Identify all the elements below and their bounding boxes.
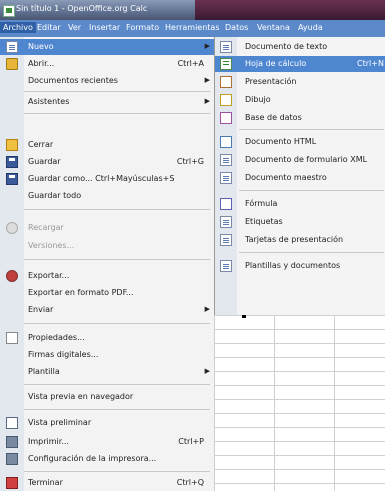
- submenu-item-documento-maestro[interactable]: Documento maestro: [215, 170, 385, 186]
- menu-herramientas[interactable]: Herramientas: [165, 23, 220, 32]
- business-cards-icon: [220, 234, 232, 246]
- xml-form-icon: [220, 154, 232, 166]
- menu-item-guardar-todo[interactable]: Guardar todo: [0, 188, 214, 204]
- menu-separator: [24, 91, 210, 92]
- file-menu: Nuevo ▶ Abrir... Ctrl+A Documentos recie…: [0, 37, 215, 491]
- open-folder-icon: [6, 58, 18, 70]
- menu-item-guardar-como[interactable]: Guardar como... Ctrl+Mayúsculas+S: [0, 171, 214, 187]
- menu-item-recargar: Recargar: [0, 220, 214, 236]
- menu-item-imprimir[interactable]: Imprimir... Ctrl+P: [0, 434, 214, 450]
- text-document-icon: [220, 41, 232, 53]
- submenu-item-hoja-calculo[interactable]: Hoja de cálculo Ctrl+N: [215, 56, 385, 72]
- menu-separator: [24, 259, 210, 260]
- submenu-item-formula[interactable]: Fórmula: [215, 196, 385, 212]
- submenu-separator: [239, 129, 384, 130]
- save-as-icon: [6, 173, 18, 185]
- desktop-background: [195, 0, 385, 20]
- submenu-item-formulario-xml[interactable]: Documento de formulario XML: [215, 152, 385, 168]
- submenu-arrow-icon: ▶: [204, 367, 210, 375]
- export-icon: [6, 270, 18, 282]
- print-preview-icon: [6, 417, 18, 429]
- menu-datos[interactable]: Datos: [225, 23, 248, 32]
- save-icon: [6, 156, 18, 168]
- menu-item-enviar[interactable]: Enviar ▶: [0, 302, 214, 318]
- menu-item-nuevo[interactable]: Nuevo ▶: [0, 39, 214, 55]
- menu-ayuda[interactable]: Ayuda: [298, 23, 323, 32]
- menu-insertar[interactable]: Insertar: [89, 23, 120, 32]
- submenu-arrow-icon: ▶: [204, 42, 210, 50]
- new-document-icon: [6, 41, 18, 53]
- database-icon: [220, 112, 232, 124]
- submenu-item-documento-html[interactable]: Documento HTML: [215, 134, 385, 150]
- menu-item-guardar[interactable]: Guardar Ctrl+G: [0, 154, 214, 170]
- properties-icon: [6, 332, 18, 344]
- formula-icon: [220, 198, 232, 210]
- submenu-separator: [239, 190, 384, 191]
- submenu-item-presentacion[interactable]: Presentación: [215, 74, 385, 90]
- menu-bar: Archivo Editar Ver Insertar Formato Herr…: [0, 20, 385, 37]
- menu-item-versiones: Versiones...: [28, 241, 75, 250]
- print-icon: [6, 436, 18, 448]
- reload-icon: [6, 222, 18, 234]
- exit-icon: [6, 477, 18, 489]
- menu-item-configuracion-impresora[interactable]: Configuración de la impresora...: [0, 451, 214, 467]
- menu-separator: [24, 113, 210, 114]
- presentation-icon: [220, 76, 232, 88]
- submenu-item-dibujo[interactable]: Dibujo: [215, 92, 385, 108]
- menu-item-asistentes[interactable]: Asistentes ▶: [0, 94, 214, 110]
- menu-ventana[interactable]: Ventana: [257, 23, 290, 32]
- submenu-item-plantillas[interactable]: Plantillas y documentos: [215, 258, 385, 274]
- menu-formato[interactable]: Formato: [126, 23, 159, 32]
- printer-settings-icon: [6, 453, 18, 465]
- menu-editar[interactable]: Editar: [37, 23, 61, 32]
- menu-ver[interactable]: Ver: [68, 23, 81, 32]
- menu-item-terminar[interactable]: Terminar Ctrl+Q: [0, 475, 214, 491]
- submenu-item-documento-texto[interactable]: Documento de texto: [215, 39, 385, 55]
- menu-separator: [24, 209, 210, 210]
- submenu-item-tarjetas[interactable]: Tarjetas de presentación: [215, 232, 385, 248]
- submenu-separator: [239, 252, 384, 253]
- menu-item-propiedades[interactable]: Propiedades...: [0, 330, 214, 346]
- spreadsheet-grid[interactable]: [214, 315, 385, 491]
- master-document-icon: [220, 172, 232, 184]
- menu-archivo[interactable]: Archivo: [0, 22, 36, 33]
- app-icon: [3, 5, 15, 17]
- menu-item-vista-previa-navegador[interactable]: Vista previa en navegador: [0, 389, 214, 405]
- submenu-item-base-datos[interactable]: Base de datos: [215, 110, 385, 126]
- window-title: Sin título 1 - OpenOffice.org Calc: [16, 4, 148, 13]
- title-bar: Sin título 1 - OpenOffice.org Calc: [0, 0, 385, 20]
- menu-item-documentos-recientes[interactable]: Documentos recientes ▶: [0, 73, 214, 89]
- drawing-icon: [220, 94, 232, 106]
- submenu-arrow-icon: ▶: [204, 305, 210, 313]
- menu-separator: [24, 323, 210, 324]
- menu-item-firmas-digitales[interactable]: Firmas digitales...: [0, 347, 214, 363]
- cell-cursor: [242, 315, 246, 318]
- close-document-icon: [6, 139, 18, 151]
- templates-icon: [220, 260, 232, 272]
- submenu-arrow-icon: ▶: [204, 76, 210, 84]
- html-document-icon: [220, 136, 232, 148]
- new-submenu: Documento de texto Hoja de cálculo Ctrl+…: [214, 37, 385, 316]
- menu-separator: [24, 409, 210, 410]
- menu-separator: [24, 471, 210, 472]
- menu-item-exportar-pdf[interactable]: Exportar en formato PDF...: [0, 285, 214, 301]
- menu-item-cerrar[interactable]: Cerrar: [0, 137, 214, 153]
- submenu-item-etiquetas[interactable]: Etiquetas: [215, 214, 385, 230]
- menu-separator: [24, 384, 210, 385]
- menu-item-vista-preliminar[interactable]: Vista preliminar: [0, 415, 214, 431]
- menu-item-exportar[interactable]: Exportar...: [0, 268, 214, 284]
- spreadsheet-icon: [220, 58, 232, 70]
- menu-item-plantilla[interactable]: Plantilla ▶: [0, 364, 214, 380]
- labels-icon: [220, 216, 232, 228]
- menu-item-abrir[interactable]: Abrir... Ctrl+A: [0, 56, 214, 72]
- submenu-arrow-icon: ▶: [204, 97, 210, 105]
